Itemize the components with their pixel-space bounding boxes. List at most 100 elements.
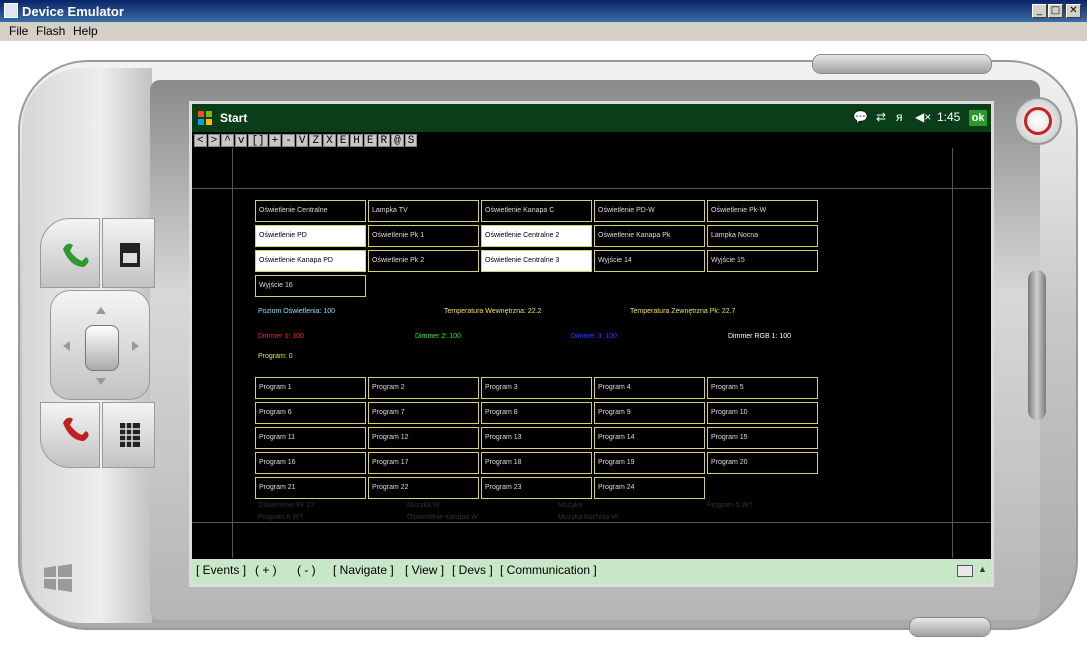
dimmer3-label: Dimmer 3: 100 — [571, 333, 617, 340]
program-button-9[interactable]: Program 9 — [594, 402, 705, 424]
connectivity-icon[interactable]: ⇄ — [876, 110, 886, 124]
dpad[interactable] — [50, 290, 150, 400]
toolbar-button-10[interactable]: E — [336, 134, 350, 147]
maximize-button[interactable]: □ — [1048, 4, 1063, 18]
menu-events[interactable]: [ Events ] — [196, 563, 246, 577]
program-button-13[interactable]: Program 13 — [481, 427, 592, 449]
keyboard-icon[interactable] — [957, 565, 973, 577]
toolbar-button-9[interactable]: X — [323, 134, 336, 147]
toolbar-button-13[interactable]: R — [377, 134, 391, 147]
toolbar-button-12[interactable]: E — [363, 134, 377, 147]
output-button-5[interactable]: Oświetlenie Pk-W — [707, 200, 818, 222]
start-label[interactable]: Start — [220, 111, 247, 125]
minimize-button[interactable]: _ — [1032, 4, 1047, 18]
volume-muted-icon[interactable]: ◀× — [915, 110, 931, 124]
toolbar-button-1[interactable]: > — [207, 134, 221, 147]
close-button[interactable]: ✕ — [1066, 4, 1081, 18]
emulator-toolbar: < > ^ v[] + - V Z X E H E R @ S — [194, 134, 418, 147]
program-button-3[interactable]: Program 3 — [481, 377, 592, 399]
program-button-7[interactable]: Program 7 — [368, 402, 479, 424]
program-button-11[interactable]: Program 11 — [255, 427, 366, 449]
side-scroll-grip[interactable] — [1028, 270, 1046, 420]
output-button-6[interactable]: Oświetlenie PD — [255, 225, 366, 247]
window-title: Device Emulator — [22, 4, 124, 19]
guide-line-h1 — [192, 188, 991, 189]
program-button-15[interactable]: Program 15 — [707, 427, 818, 449]
contacts-button[interactable] — [102, 218, 155, 288]
program-button-22[interactable]: Program 22 — [368, 477, 479, 499]
ok-button[interactable]: ok — [969, 110, 987, 126]
program-button-5[interactable]: Program 5 — [707, 377, 818, 399]
output-button-14[interactable]: Wyjście 14 — [594, 250, 705, 272]
program-button-21[interactable]: Program 21 — [255, 477, 366, 499]
menu-help[interactable]: Help — [73, 24, 98, 38]
end-call-button[interactable] — [40, 402, 100, 468]
clock[interactable]: 1:45 — [937, 110, 960, 124]
toolbar-button-14[interactable]: @ — [391, 134, 404, 147]
phone-green-icon — [63, 243, 89, 267]
toolbar-button-4[interactable]: [] — [248, 134, 268, 147]
keyboard-arrow-icon[interactable]: ▲ — [978, 564, 987, 574]
toolbar-button-3[interactable]: v — [234, 134, 248, 147]
program-button-1[interactable]: Program 1 — [255, 377, 366, 399]
output-button-13[interactable]: Oświetlenie Centralne 3 — [481, 250, 592, 272]
program-button-18[interactable]: Program 18 — [481, 452, 592, 474]
program-button-23[interactable]: Program 23 — [481, 477, 592, 499]
menu-bar: File Flash Help — [0, 22, 1087, 41]
toolbar-button-6[interactable]: - — [282, 134, 295, 147]
output-button-1[interactable]: Oświetlenie Centralne — [255, 200, 366, 222]
dpad-arrows-icon — [63, 307, 139, 385]
program-button-17[interactable]: Program 17 — [368, 452, 479, 474]
output-button-11[interactable]: Oświetlenie Kanapa PD — [255, 250, 366, 272]
program-button-12[interactable]: Program 12 — [368, 427, 479, 449]
output-button-3[interactable]: Oświetlenie Kanapa C — [481, 200, 592, 222]
program-button-2[interactable]: Program 2 — [368, 377, 479, 399]
ghost-label-0: Oświetlenie Pk 1? — [258, 502, 315, 509]
notification-icon[interactable]: 💬 — [853, 110, 868, 124]
output-button-16[interactable]: Wyjście 16 — [255, 275, 366, 297]
dimmer1-label: Dimmer 1: 100 — [258, 333, 304, 340]
program-button-8[interactable]: Program 8 — [481, 402, 592, 424]
power-button[interactable] — [1014, 97, 1062, 145]
menu-navigate[interactable]: [ Navigate ] — [333, 563, 394, 577]
output-button-4[interactable]: Oświetlenie PD-W — [594, 200, 705, 222]
menu-flash[interactable]: Flash — [36, 24, 65, 38]
dimmer-rgb-label: Dimmer RGB 1: 100 — [728, 333, 792, 340]
output-button-8[interactable]: Oświetlenie Centralne 2 — [481, 225, 592, 247]
program-button-4[interactable]: Program 4 — [594, 377, 705, 399]
menu-view[interactable]: [ View ] — [405, 563, 444, 577]
toolbar-button-2[interactable]: ^ — [221, 134, 234, 147]
program-button-19[interactable]: Program 19 — [594, 452, 705, 474]
menu-minus[interactable]: ( - ) — [297, 563, 316, 577]
guide-line-v2 — [952, 148, 953, 558]
output-button-2[interactable]: Lampka TV — [368, 200, 479, 222]
toolbar-button-15[interactable]: S — [404, 134, 418, 147]
menu-devs[interactable]: [ Devs ] — [452, 563, 493, 577]
toolbar-button-7[interactable]: V — [295, 134, 309, 147]
output-button-12[interactable]: Oświetlenie Pk 2 — [368, 250, 479, 272]
start-flag-icon[interactable] — [197, 110, 213, 126]
program-button-10[interactable]: Program 10 — [707, 402, 818, 424]
output-button-9[interactable]: Oświetlenie Kanapa Pk — [594, 225, 705, 247]
bottom-button[interactable] — [910, 618, 990, 636]
top-button[interactable] — [813, 55, 991, 73]
program-button-14[interactable]: Program 14 — [594, 427, 705, 449]
output-button-10[interactable]: Lampka Nocna — [707, 225, 818, 247]
toolbar-button-0[interactable]: < — [194, 134, 207, 147]
keypad-button[interactable] — [102, 402, 155, 468]
menu-communication[interactable]: [ Communication ] — [500, 563, 597, 577]
call-button[interactable] — [40, 218, 100, 288]
keypad-grid-icon — [120, 423, 140, 447]
menu-plus[interactable]: ( + ) — [255, 563, 277, 577]
program-button-20[interactable]: Program 20 — [707, 452, 818, 474]
program-button-24[interactable]: Program 24 — [594, 477, 705, 499]
output-button-7[interactable]: Oświetlenie Pk 1 — [368, 225, 479, 247]
toolbar-button-8[interactable]: Z — [309, 134, 323, 147]
output-button-15[interactable]: Wyjście 15 — [707, 250, 818, 272]
program-button-6[interactable]: Program 6 — [255, 402, 366, 424]
program-button-16[interactable]: Program 16 — [255, 452, 366, 474]
toolbar-button-11[interactable]: H — [350, 134, 363, 147]
signal-off-icon[interactable]: я — [896, 110, 903, 124]
toolbar-button-5[interactable]: + — [268, 134, 282, 147]
menu-file[interactable]: File — [9, 24, 28, 38]
